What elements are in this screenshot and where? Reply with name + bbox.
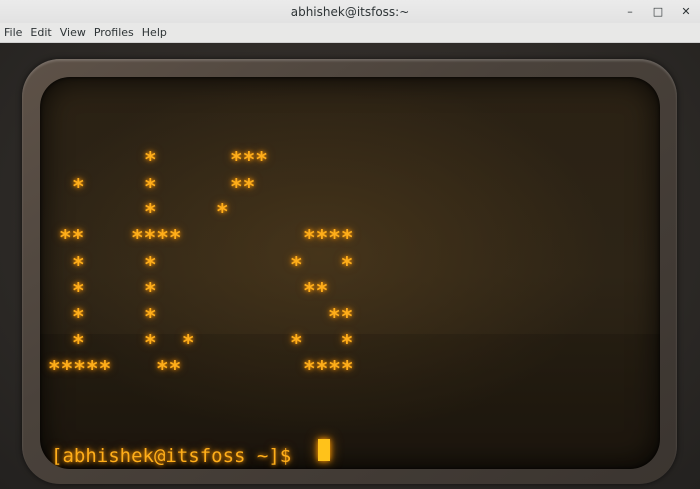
ascii-art-glyph: * [144, 148, 157, 172]
window-titlebar[interactable]: abhishek@itsfoss:~ – □ ✕ [0, 0, 700, 23]
ascii-art-glyph: ** [303, 279, 329, 303]
ascii-art-glyph: * * [290, 253, 354, 277]
ascii-art-glyph: * [144, 200, 157, 224]
ascii-art-glyph: * [144, 305, 157, 329]
ascii-art-glyph: *** [230, 148, 268, 172]
ascii-art-glyph: * [144, 175, 157, 199]
menu-help[interactable]: Help [138, 26, 171, 39]
ascii-art-glyph: ** [328, 305, 354, 329]
menu-view[interactable]: View [56, 26, 90, 39]
ascii-art-glyph: * [72, 331, 85, 355]
ascii-art-glyph: * [72, 279, 85, 303]
menu-edit[interactable]: Edit [26, 26, 55, 39]
ascii-art-glyph: * * [144, 331, 195, 355]
minimize-icon[interactable]: – [624, 5, 636, 18]
ascii-art-glyph: * [144, 279, 157, 303]
close-icon[interactable]: ✕ [680, 5, 692, 18]
ascii-art-glyph: * [72, 253, 85, 277]
ascii-art-glyph: * [72, 305, 85, 329]
menu-profiles[interactable]: Profiles [90, 26, 138, 39]
crt-screen[interactable]: * *** * * ** * * ** **** **** * * * * * … [40, 77, 660, 469]
ascii-art-glyph: ** [156, 357, 182, 381]
ascii-art-glyph: * [72, 175, 85, 199]
ascii-art-glyph: **** [303, 357, 354, 381]
shell-prompt: [abhishek@itsfoss ~]$ [51, 445, 303, 467]
menu-file[interactable]: File [0, 26, 26, 39]
ascii-art-glyph: * [216, 200, 229, 224]
terminal-area[interactable]: * *** * * ** * * ** **** **** * * * * * … [0, 43, 700, 489]
maximize-icon[interactable]: □ [652, 5, 664, 18]
ascii-art-glyph: ***** [48, 357, 112, 381]
ascii-art-glyph: * [144, 253, 157, 277]
ascii-art-glyph: **** [303, 226, 354, 250]
ascii-art-glyph: **** [131, 226, 182, 250]
ascii-art-glyph: ** [230, 175, 256, 199]
menubar: File Edit View Profiles Help [0, 23, 700, 43]
ascii-art-glyph: ** [59, 226, 85, 250]
ascii-art-glyph: * * [290, 331, 354, 355]
window-title: abhishek@itsfoss:~ [290, 4, 410, 19]
window-controls: – □ ✕ [624, 0, 692, 23]
terminal-cursor [318, 439, 330, 461]
